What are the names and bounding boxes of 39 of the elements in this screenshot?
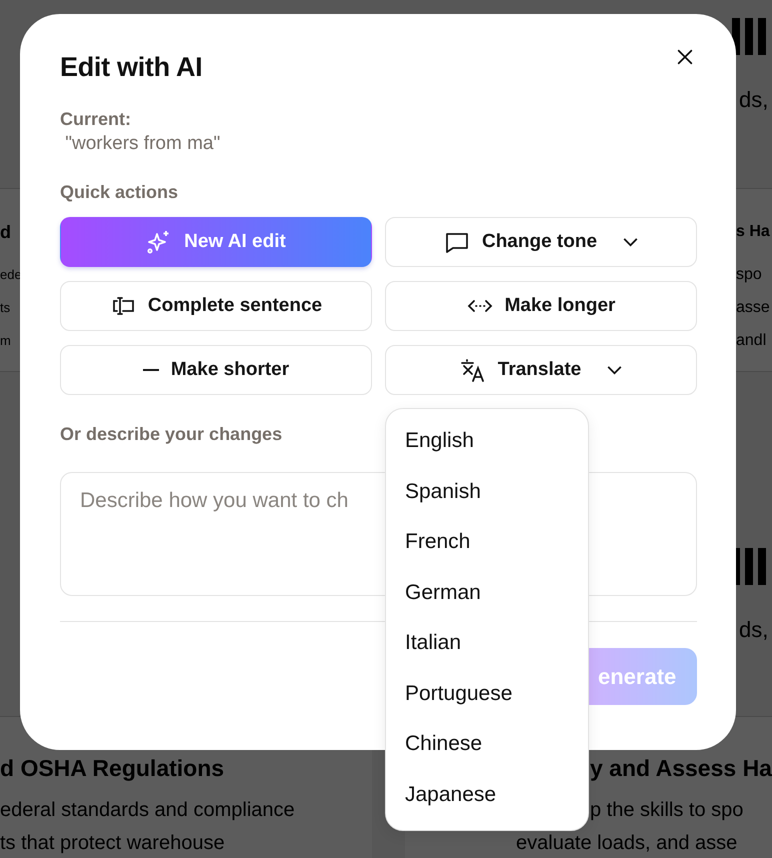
dialog-title: Edit with AI [60, 52, 202, 83]
chevron-down-icon [607, 366, 622, 374]
card-text: ds, [739, 617, 768, 643]
section-label: Or describe your changes [60, 424, 282, 445]
card-text: ts [0, 299, 10, 317]
menu-item[interactable]: Japanese [405, 780, 496, 830]
card-heading: d [0, 221, 11, 244]
action-button[interactable]: Make longer [385, 281, 697, 331]
menu-item[interactable]: French [405, 527, 470, 578]
minus-icon [142, 369, 159, 371]
action-button[interactable]: Translate [385, 345, 697, 395]
current-label: Current: [60, 109, 131, 130]
chevron-down-icon [623, 238, 638, 246]
action-button[interactable]: Complete sentence [60, 281, 372, 331]
card-heading: d OSHA Regulations [0, 754, 224, 783]
action-button[interactable]: Change tone [385, 217, 697, 267]
card-text: p the skills to spo [589, 798, 744, 823]
card-heading: y and Assess Ha [589, 754, 772, 783]
card-text: ts that protect warehouse [0, 831, 225, 856]
card-text: asse [736, 298, 770, 318]
current-text: "workers from ma" [64, 133, 220, 155]
menu-item[interactable]: Chinese [405, 729, 482, 780]
card-text: ede [0, 266, 22, 284]
section-label: Quick actions [60, 182, 178, 203]
action-button[interactable]: Make shorter [60, 345, 372, 395]
card-text: ederal standards and compliance [0, 798, 295, 823]
card-heading: s Ha [736, 222, 770, 242]
close-icon[interactable] [676, 48, 694, 66]
card-text: m [0, 332, 11, 350]
menu-item[interactable]: Spanish [405, 476, 481, 527]
card-graphic [732, 18, 766, 55]
action-button[interactable]: New AI edit [60, 217, 372, 267]
card-text: andl [736, 331, 766, 351]
menu-item[interactable]: Portuguese [405, 678, 512, 729]
card-text: evaluate loads, and asse [516, 831, 738, 856]
menu-item[interactable]: Italian [405, 628, 462, 678]
card-text: ds, [739, 87, 768, 113]
translate-icon [460, 357, 486, 383]
card-text: spo [736, 265, 762, 285]
